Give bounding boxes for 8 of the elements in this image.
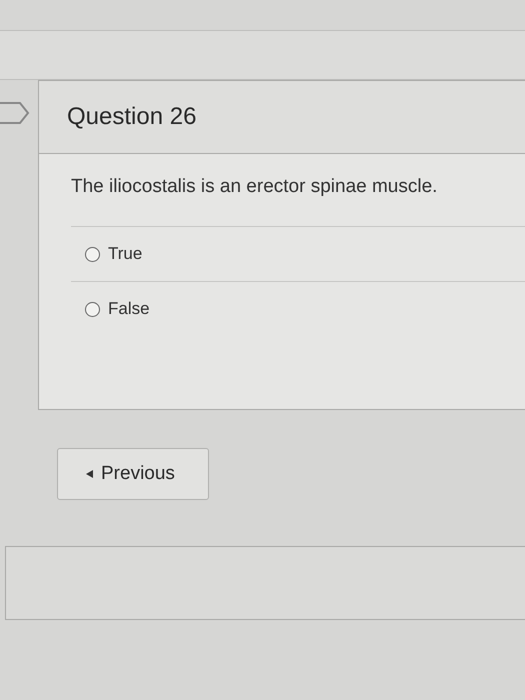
previous-button[interactable]: Previous <box>57 448 209 500</box>
option-label: False <box>108 299 150 319</box>
option-label: True <box>108 244 142 264</box>
question-text: The iliocostalis is an erector spinae muscle. <box>71 176 438 198</box>
radio-button[interactable] <box>85 302 100 316</box>
radio-button[interactable] <box>85 246 100 262</box>
caret-icon <box>86 470 93 478</box>
question-title: Question 26 <box>67 103 196 131</box>
